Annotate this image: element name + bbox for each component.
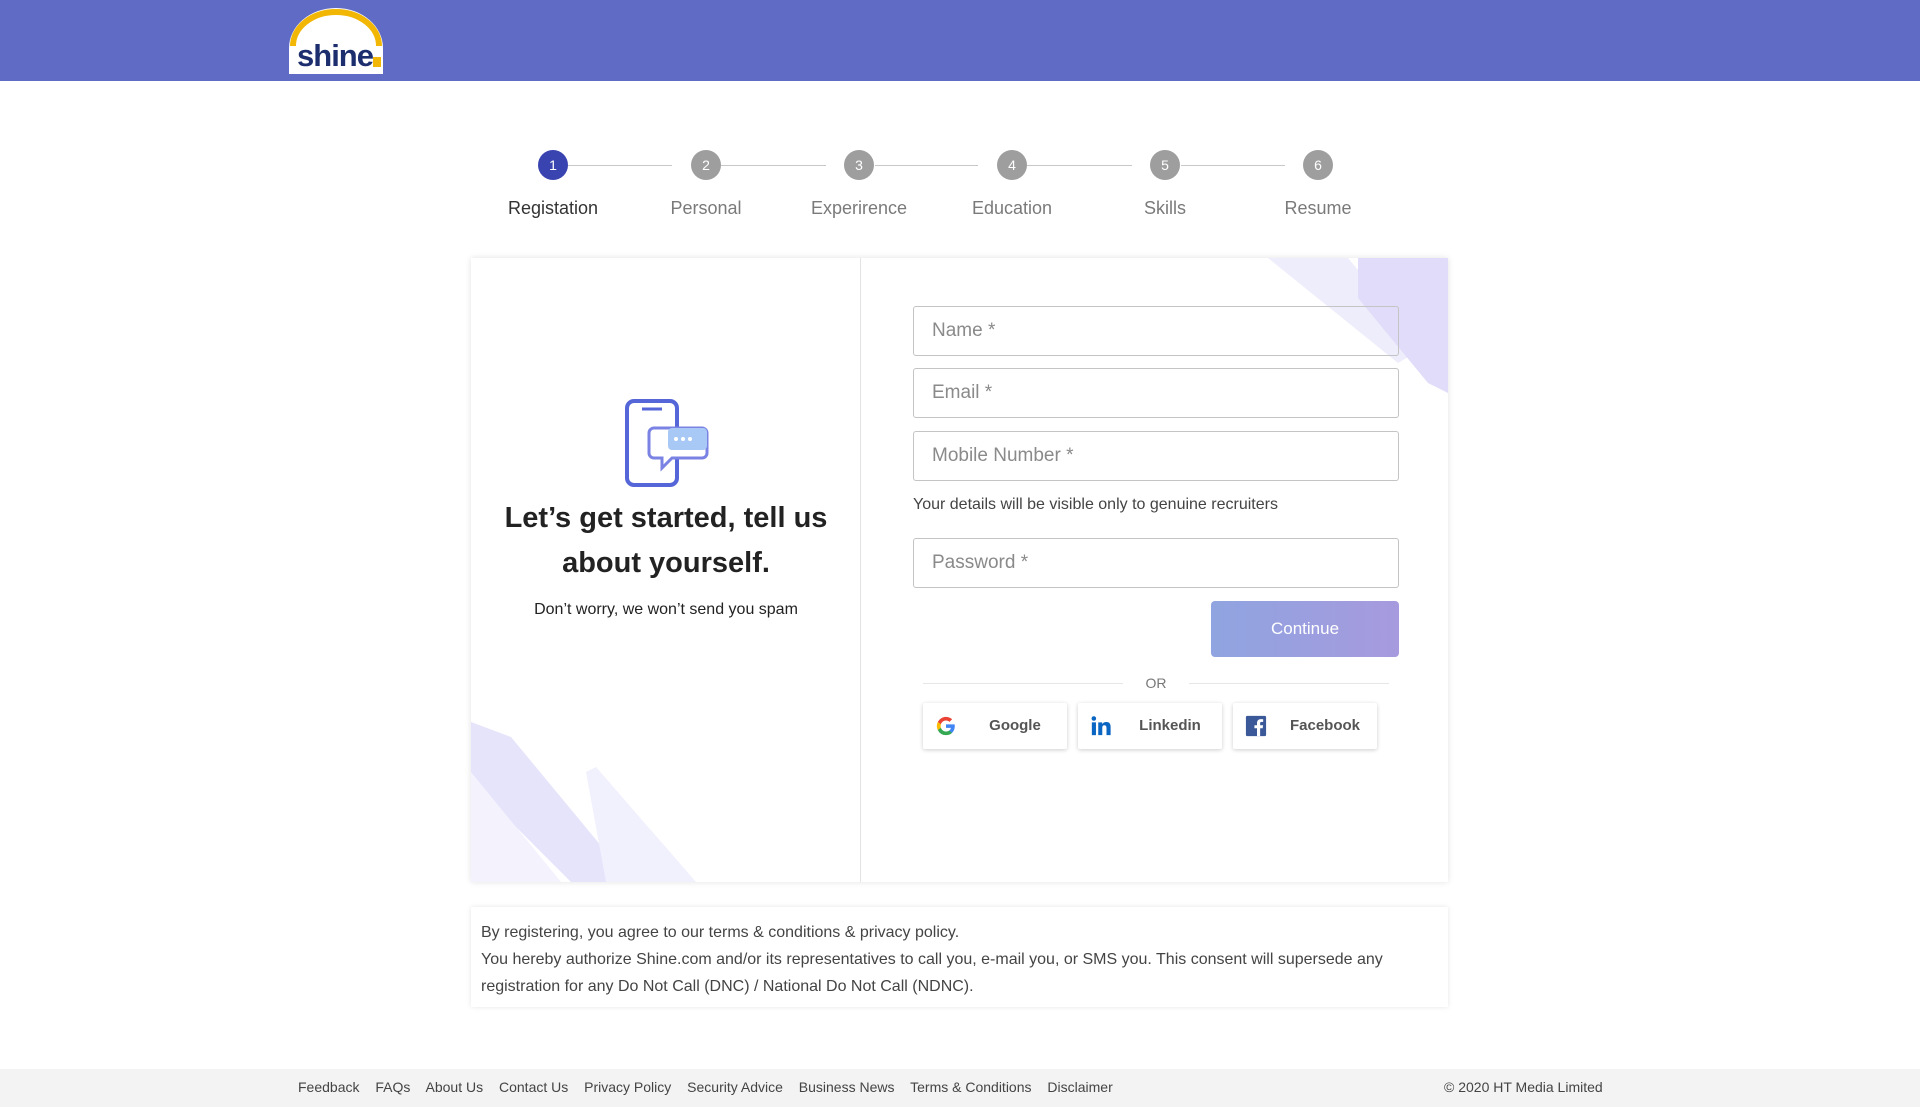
step-registration[interactable]: 1 Registation bbox=[483, 150, 623, 219]
name-input[interactable] bbox=[913, 306, 1399, 356]
consent-box: By registering, you agree to our terms &… bbox=[471, 907, 1448, 1007]
terms-consent-text: By registering, you agree to our terms &… bbox=[481, 924, 960, 941]
footer-link-contact-us[interactable]: Contact Us bbox=[499, 1079, 568, 1095]
step-education[interactable]: 4 Education bbox=[942, 150, 1082, 219]
email-input[interactable] bbox=[913, 368, 1399, 418]
shine-logo-icon: shine bbox=[289, 8, 383, 74]
footer-link-business-news[interactable]: Business News bbox=[799, 1079, 895, 1095]
step-resume[interactable]: 6 Resume bbox=[1248, 150, 1388, 219]
footer-link-terms[interactable]: Terms & Conditions bbox=[910, 1079, 1031, 1095]
shine-logo[interactable]: shine bbox=[287, 8, 385, 75]
step-number: 5 bbox=[1150, 150, 1180, 180]
step-number: 4 bbox=[997, 150, 1027, 180]
intro-subtitle: Don’t worry, we won’t send you spam bbox=[534, 601, 798, 618]
intro-panel: Let’s get started, tell us about yoursel… bbox=[471, 258, 861, 882]
phone-chat-icon bbox=[625, 399, 709, 487]
step-label: Education bbox=[971, 198, 1053, 218]
google-label: Google bbox=[989, 717, 1041, 734]
facebook-label: Facebook bbox=[1289, 717, 1361, 734]
step-personal[interactable]: 2 Personal bbox=[636, 150, 776, 219]
google-login-button[interactable]: Google bbox=[923, 703, 1067, 749]
decorative-stripes bbox=[471, 722, 696, 882]
or-divider: OR bbox=[923, 673, 1389, 693]
step-label: Registation bbox=[507, 198, 599, 218]
registration-card: Let’s get started, tell us about yoursel… bbox=[471, 258, 1448, 882]
continue-button[interactable]: Continue bbox=[1211, 601, 1399, 657]
step-number: 3 bbox=[844, 150, 874, 180]
footer-link-disclaimer[interactable]: Disclaimer bbox=[1047, 1079, 1112, 1095]
intro-title: Let’s get started, tell us about yoursel… bbox=[504, 502, 828, 579]
footer-link-faqs[interactable]: FAQs bbox=[375, 1079, 410, 1095]
footer-link-security-advice[interactable]: Security Advice bbox=[687, 1079, 783, 1095]
mobile-number-input[interactable] bbox=[913, 431, 1399, 481]
step-number: 2 bbox=[691, 150, 721, 180]
footer-links: Feedback FAQs About Us Contact Us Privac… bbox=[298, 1079, 1125, 1095]
page-footer: Feedback FAQs About Us Contact Us Privac… bbox=[0, 1069, 1920, 1107]
footer-link-privacy-policy[interactable]: Privacy Policy bbox=[584, 1079, 671, 1095]
linkedin-label: Linkedin bbox=[1139, 717, 1201, 734]
step-label: Resume bbox=[1284, 198, 1352, 218]
facebook-login-button[interactable]: Facebook bbox=[1233, 703, 1377, 749]
step-label: Experirence bbox=[810, 198, 908, 218]
footer-link-about-us[interactable]: About Us bbox=[426, 1079, 484, 1095]
footer-link-feedback[interactable]: Feedback bbox=[298, 1079, 359, 1095]
contact-consent-text: You hereby authorize Shine.com and/or it… bbox=[481, 951, 1383, 995]
top-header: shine bbox=[0, 0, 1920, 81]
facebook-icon bbox=[1245, 715, 1267, 737]
linkedin-icon bbox=[1091, 716, 1111, 736]
password-input[interactable] bbox=[913, 538, 1399, 588]
google-icon bbox=[936, 716, 955, 736]
step-label: Skills bbox=[1143, 198, 1186, 218]
step-number: 1 bbox=[538, 150, 568, 180]
privacy-note: Your details will be visible only to gen… bbox=[913, 496, 1278, 513]
step-experience[interactable]: 3 Experirence bbox=[789, 150, 929, 219]
or-label: OR bbox=[1145, 675, 1167, 691]
svg-text:shine: shine bbox=[297, 38, 374, 73]
step-number: 6 bbox=[1303, 150, 1333, 180]
registration-stepper: 1 Registation 2 Personal 3 Experirence 4… bbox=[508, 150, 1380, 230]
copyright-text: © 2020 HT Media Limited bbox=[1444, 1079, 1603, 1095]
registration-form: Your details will be visible only to gen… bbox=[862, 258, 1448, 882]
linkedin-login-button[interactable]: Linkedin bbox=[1078, 703, 1222, 749]
step-label: Personal bbox=[670, 198, 742, 218]
step-skills[interactable]: 5 Skills bbox=[1095, 150, 1235, 219]
